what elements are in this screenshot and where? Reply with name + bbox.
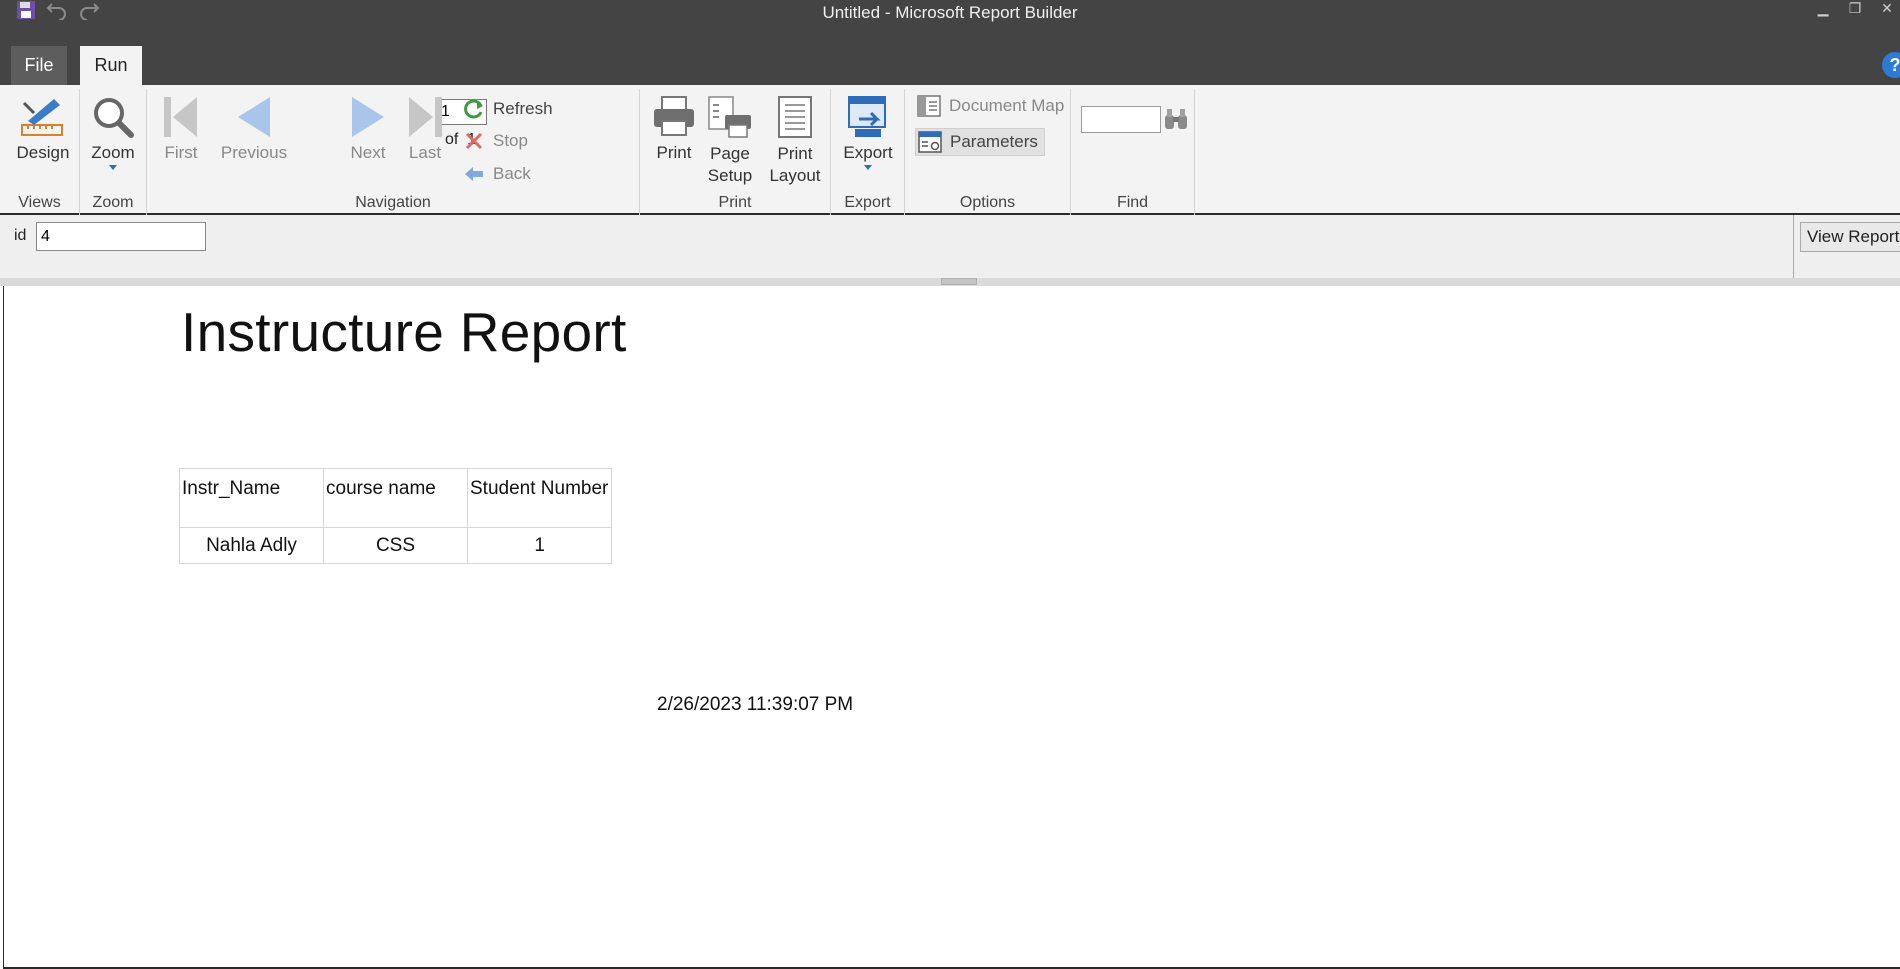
- export-group-label: Export: [844, 194, 891, 211]
- column-header-instr-name: Instr_Name: [179, 468, 324, 528]
- report-table: Instr_Name course name Student Number Na…: [179, 468, 612, 564]
- zoom-group-label: Zoom: [92, 194, 134, 211]
- first-page-icon: [164, 97, 197, 137]
- print-layout-button[interactable]: Print Layout: [768, 95, 822, 187]
- pane-splitter[interactable]: [0, 278, 1900, 286]
- divider: [1793, 215, 1794, 278]
- views-group-label: Views: [18, 194, 61, 211]
- restore-icon[interactable]: ❐: [1846, 0, 1864, 17]
- refresh-label: Refresh: [493, 99, 553, 118]
- previous-page-button[interactable]: Previous: [220, 95, 288, 163]
- title-bar: Untitled - Microsoft Report Builder ▁ ❐ …: [0, 0, 1900, 36]
- export-label: Export: [843, 143, 893, 162]
- ribbon: Design Views Zoom Zoom First Previous of…: [0, 85, 1900, 215]
- print-layout-icon: [778, 96, 812, 138]
- printer-icon: [654, 96, 694, 136]
- find-input[interactable]: [1081, 106, 1161, 133]
- table-header-row: Instr_Name course name Student Number: [179, 468, 612, 528]
- design-label: Design: [16, 143, 70, 162]
- chevron-down-icon: [864, 165, 872, 170]
- parameters-button[interactable]: Parameters: [915, 128, 1045, 156]
- print-button[interactable]: Print: [652, 95, 696, 163]
- execution-timestamp: 2/26/2023 11:39:07 PM: [657, 694, 854, 715]
- page-setup-label-line2: Setup: [707, 166, 753, 185]
- column-header-student-number: Student Number: [467, 468, 612, 528]
- export-group: Export Export: [831, 89, 905, 215]
- document-map-button[interactable]: Document Map: [917, 95, 1064, 117]
- document-map-label: Document Map: [949, 96, 1065, 115]
- help-icon[interactable]: ?: [1882, 52, 1900, 78]
- window-controls: ▁ ❐ ✕: [1814, 0, 1900, 17]
- page-setup-label-line1: Page: [710, 144, 750, 163]
- first-page-button[interactable]: First: [161, 95, 201, 163]
- cell-course-name: CSS: [323, 527, 468, 564]
- back-label: Back: [493, 164, 531, 183]
- refresh-icon: [464, 99, 483, 119]
- magnifier-icon: [94, 98, 134, 138]
- cell-instr-name: Nahla Adly: [179, 527, 324, 564]
- next-page-button[interactable]: Next: [346, 95, 390, 163]
- print-group-label: Print: [718, 194, 752, 211]
- parameter-pane: id View Report: [0, 215, 1900, 278]
- print-label: Print: [656, 143, 692, 162]
- print-layout-label-line1: Print: [777, 144, 813, 163]
- of-label: of: [445, 131, 459, 148]
- window-title: Untitled - Microsoft Report Builder: [822, 3, 1078, 22]
- stop-icon: [465, 132, 483, 150]
- first-label: First: [164, 143, 198, 162]
- last-page-icon: [409, 97, 442, 137]
- back-button[interactable]: Back: [463, 163, 531, 185]
- report-viewer: Instructure Report Instr_Name course nam…: [3, 286, 1900, 969]
- next-page-icon: [352, 97, 384, 137]
- chevron-down-icon: [109, 165, 117, 170]
- tab-file[interactable]: File: [11, 46, 67, 85]
- stop-button[interactable]: Stop: [463, 130, 528, 152]
- views-group: Design Views: [0, 89, 80, 215]
- export-button[interactable]: Export: [839, 95, 897, 170]
- back-arrow-icon: [465, 167, 483, 181]
- view-report-button[interactable]: View Report: [1800, 222, 1900, 252]
- export-icon: [848, 96, 886, 137]
- zoom-button[interactable]: Zoom: [86, 95, 140, 170]
- zoom-group: Zoom Zoom: [80, 89, 147, 215]
- navigation-group: First Previous of 1 Next Last Refresh St…: [147, 89, 640, 215]
- close-icon[interactable]: ✕: [1878, 0, 1896, 17]
- navigation-group-label: Navigation: [355, 194, 431, 211]
- print-group: Print Page Setup Print Layout Print: [640, 89, 831, 215]
- cell-student-number: 1: [467, 527, 612, 564]
- design-button[interactable]: Design: [15, 95, 71, 163]
- last-label: Last: [408, 143, 442, 162]
- print-layout-label-line2: Layout: [769, 166, 821, 185]
- tab-run[interactable]: Run: [80, 46, 142, 85]
- find-group: Find: [1071, 89, 1195, 215]
- report-title: Instructure Report: [181, 301, 627, 363]
- binoculars-icon[interactable]: [1163, 107, 1189, 136]
- previous-label: Previous: [220, 143, 288, 162]
- id-parameter-label: id: [14, 227, 27, 244]
- minimize-icon[interactable]: ▁: [1814, 0, 1832, 17]
- stop-label: Stop: [493, 131, 528, 150]
- last-page-button[interactable]: Last: [403, 95, 447, 163]
- splitter-grip[interactable]: [941, 278, 977, 285]
- zoom-label: Zoom: [91, 143, 135, 162]
- document-map-icon: [917, 95, 941, 117]
- parameters-icon: [918, 131, 942, 153]
- ribbon-tab-row: File Run ?: [0, 36, 1900, 85]
- column-header-course-name: course name: [323, 468, 468, 528]
- options-group: Document Map Parameters Options: [905, 89, 1071, 215]
- design-icon: [21, 99, 63, 136]
- parameters-label: Parameters: [950, 132, 1038, 151]
- next-label: Next: [350, 143, 386, 162]
- table-row: Nahla Adly CSS 1: [179, 527, 612, 564]
- page-setup-button[interactable]: Page Setup: [706, 95, 754, 187]
- previous-page-icon: [238, 97, 270, 137]
- refresh-button[interactable]: Refresh: [463, 98, 553, 120]
- id-parameter-input[interactable]: [36, 222, 206, 251]
- options-group-label: Options: [959, 194, 1016, 211]
- page-setup-icon: [708, 96, 751, 138]
- find-group-label: Find: [1116, 194, 1149, 211]
